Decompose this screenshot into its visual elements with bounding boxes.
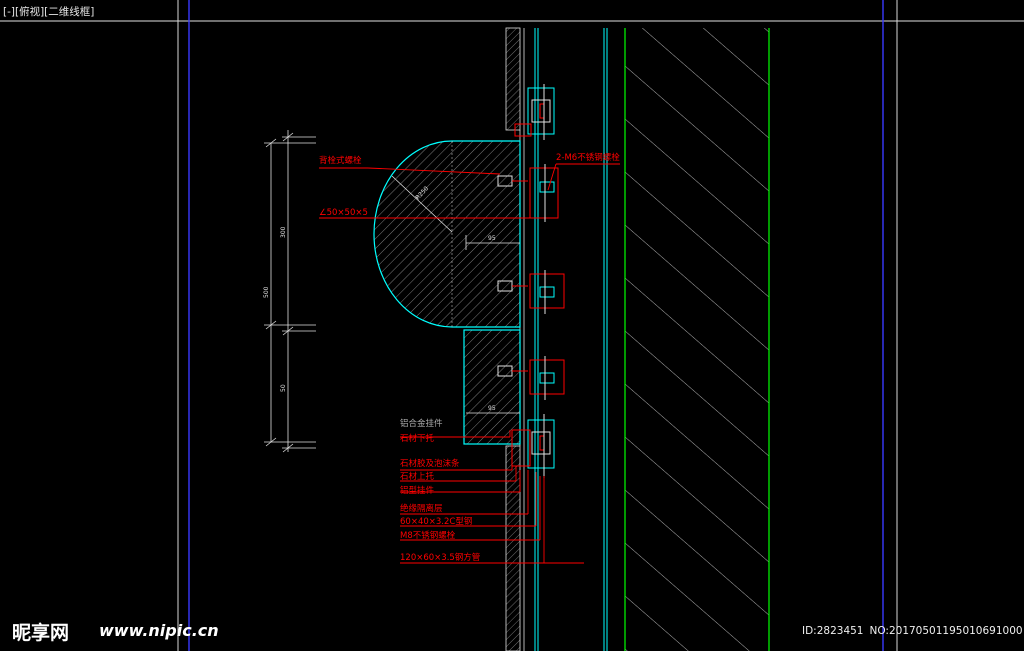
label-steel-tube: 120×60×3.5钢方管 [400, 552, 480, 563]
watermark-id: ID:2823451 NO:20170501195010691000 [802, 625, 1024, 637]
label-angle-steel: ∠50×50×5 [319, 208, 368, 218]
label-stainless-bolt-m6: 2-M6不锈钢螺栓 [556, 152, 620, 163]
concrete-wall [624, 28, 770, 651]
label-stone-bottom-bracket: 石材下托 [400, 433, 435, 444]
dim-lower: 50 [280, 384, 287, 392]
watermark-url: www.nipic.cn [99, 621, 219, 640]
dim-offset-a: 95 [488, 235, 496, 242]
dim-total: 500 [263, 286, 270, 298]
cavity-lines [534, 28, 608, 651]
label-insulation-layer: 绝缘隔离层 [400, 503, 443, 514]
label-stone-top-bracket: 石材上托 [400, 471, 435, 482]
dim-offset-b: 95 [488, 405, 496, 412]
label-c-channel: 60×40×3.2C型钢 [400, 516, 472, 527]
label-aluminum-clip: 铝型挂件 [400, 485, 435, 496]
dim-upper: 300 [280, 226, 287, 238]
watermark-logo: 昵享网 [12, 622, 70, 644]
label-sealant-foam: 石材胶及泡沫条 [400, 458, 460, 469]
watermark-no-number: NO:20170501195010691000 [869, 625, 1023, 637]
watermark-id-number: ID:2823451 [802, 625, 864, 637]
label-stainless-bolt-m8: M8不锈钢螺栓 [400, 530, 456, 541]
label-aluminum-hanger: 铝合金挂件 [400, 418, 443, 429]
label-anchor-bolt: 背栓式螺栓 [319, 155, 362, 166]
viewport-controls-label[interactable]: [-][俯视][二维线框] [3, 4, 94, 19]
cad-viewport[interactable]: 500 300 50 R250 95 95 背栓式螺栓 ∠50×50×5 2-M… [0, 0, 1024, 651]
